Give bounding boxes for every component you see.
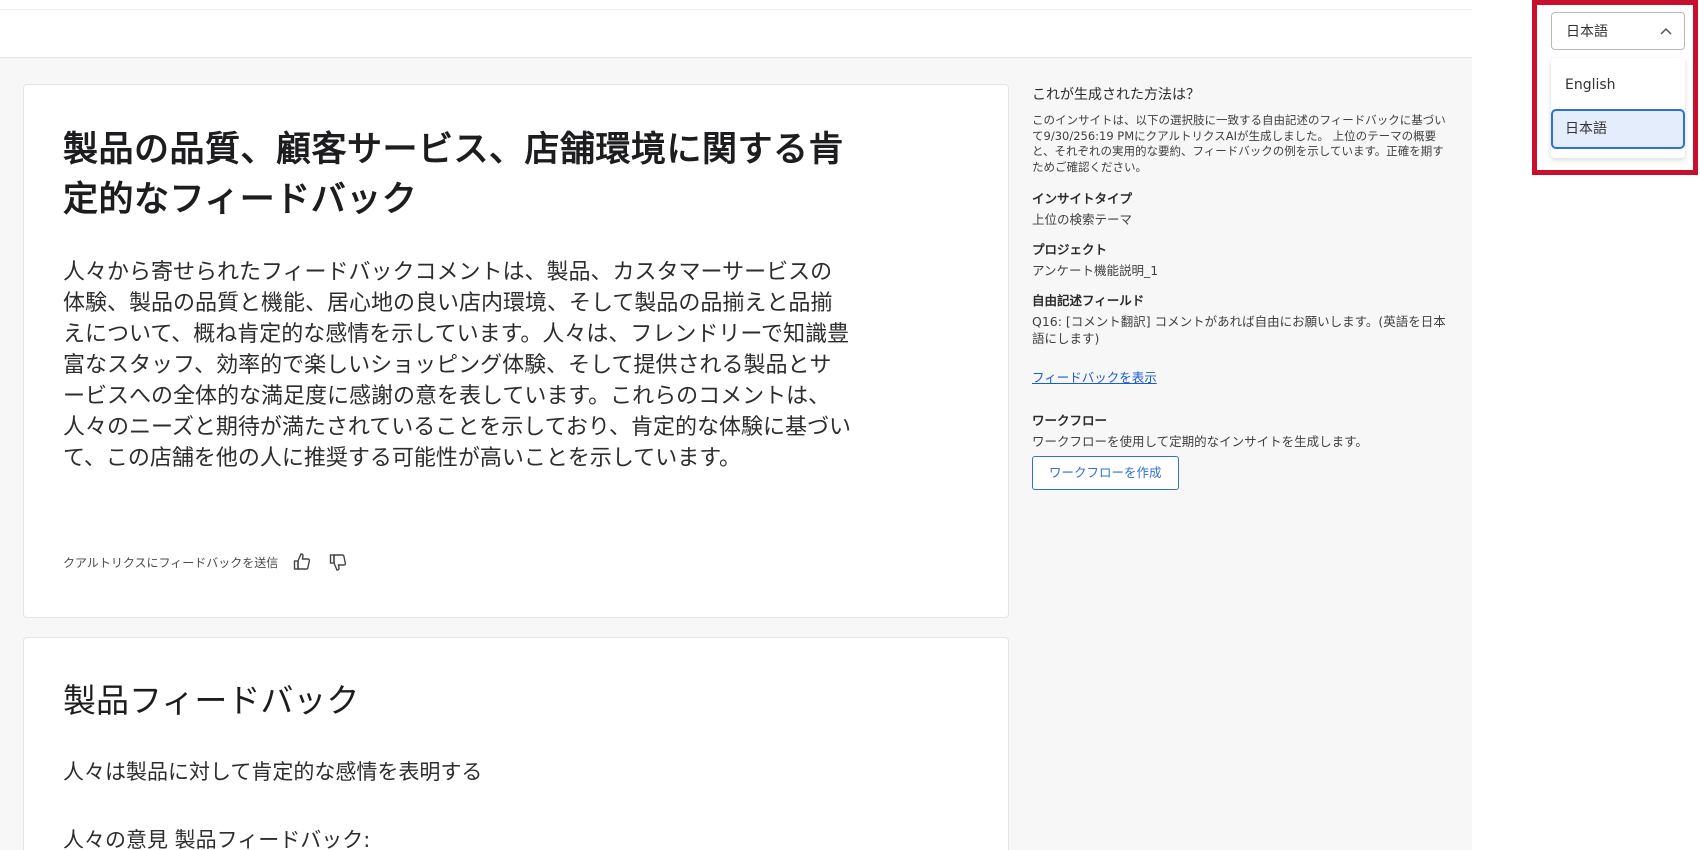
insight-summary: 人々から寄せられたフィードバックコメントは、製品、カスタマーサービスの体験、製品… bbox=[63, 260, 852, 471]
view-feedback-link[interactable]: フィードバックを表示 bbox=[1032, 370, 1157, 385]
theme-opinions: 人々の意見 製品フィードバック: bbox=[63, 828, 371, 850]
workflow-label: ワークフロー bbox=[1032, 413, 1108, 428]
feedback-label: クアルトリクスにフィードバックを送信 bbox=[63, 555, 279, 570]
language-option-english[interactable]: English bbox=[1551, 65, 1685, 105]
workflow-description: ワークフローを使用して定期的なインサイトを生成します。 bbox=[1032, 434, 1368, 449]
thumbs-down-icon[interactable] bbox=[326, 550, 350, 574]
insight-headline: 製品の品質、顧客サービス、店舗環境に関する肯定的なフィードバック bbox=[63, 130, 845, 220]
how-generated-description: このインサイトは、以下の選択肢に一致する自由記述のフィードバックに基づいて9/3… bbox=[1032, 113, 1446, 174]
thumbs-up-icon[interactable] bbox=[290, 550, 314, 574]
create-workflow-button[interactable]: ワークフローを作成 bbox=[1032, 456, 1179, 490]
theme-summary: 人々は製品に対して肯定的な感情を表明する bbox=[63, 760, 483, 784]
free-text-field-label: 自由記述フィールド bbox=[1032, 293, 1145, 308]
chevron-up-icon bbox=[1660, 23, 1672, 39]
theme-card: 製品フィードバック 人々は製品に対して肯定的な感情を表明する 人々の意見 製品フ… bbox=[23, 637, 1009, 850]
language-option-japanese[interactable]: 日本語 bbox=[1551, 109, 1685, 149]
language-selected-value: 日本語 bbox=[1566, 24, 1608, 40]
insight-type-label: インサイトタイプ bbox=[1032, 191, 1133, 206]
top-bar bbox=[0, 0, 1472, 58]
free-text-field-value: Q16: [コメント翻訳] コメントがあれば自由にお願いします。(英語を日本語に… bbox=[1032, 314, 1446, 346]
project-value: アンケート機能説明_1 bbox=[1032, 263, 1159, 278]
language-menu: English 日本語 bbox=[1551, 58, 1685, 158]
feedback-row: クアルトリクスにフィードバックを送信 bbox=[63, 550, 350, 574]
insight-type-value: 上位の検索テーマ bbox=[1032, 212, 1133, 227]
insight-card: 製品の品質、顧客サービス、店舗環境に関する肯定的なフィードバック 人々から寄せら… bbox=[23, 84, 1009, 618]
project-label: プロジェクト bbox=[1032, 242, 1108, 257]
language-select[interactable]: 日本語 bbox=[1551, 12, 1685, 50]
insight-details-sidebar: これが生成された方法は？ このインサイトは、以下の選択肢に一致する自由記述のフィ… bbox=[1032, 84, 1452, 490]
how-generated-heading: これが生成された方法は？ bbox=[1032, 87, 1200, 103]
theme-title: 製品フィードバック bbox=[63, 681, 360, 720]
top-divider bbox=[0, 9, 1472, 10]
